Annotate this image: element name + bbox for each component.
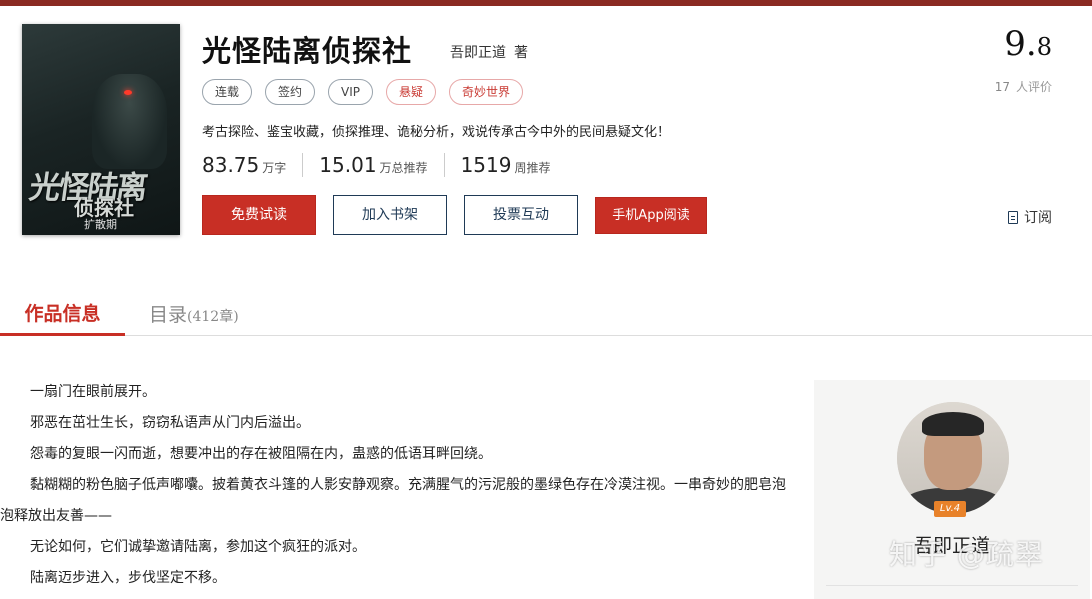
add-to-shelf-button[interactable]: 加入书架 <box>333 195 447 235</box>
score-decimal: 8 <box>1036 33 1052 61</box>
top-banner-strip <box>0 0 1092 6</box>
synopsis-paragraph: 无论如何，它们诚挚邀请陆离，参加这个疯狂的派对。 <box>30 539 366 555</box>
watermark: 知乎 @疏翠 <box>889 538 1044 571</box>
rating-count-label: 人评价 <box>1015 80 1052 94</box>
stat-word-count: 83.75 万字 <box>202 153 304 177</box>
rating-count-number: 17 <box>994 80 1010 94</box>
rating-score: 9.8 <box>1004 24 1052 64</box>
book-cover[interactable]: 光怪陆离 侦探社 扩散期 <box>22 24 180 235</box>
tag-list: 连载 签约 VIP 悬疑 奇妙世界 <box>202 79 524 105</box>
stat-number: 15.01 <box>319 153 377 177</box>
cover-figure <box>92 74 167 169</box>
stat-unit: 万字 <box>262 161 287 175</box>
synopsis-paragraph: 陆离迈步进入，步伐坚定不移。 <box>30 570 226 586</box>
stat-number: 1519 <box>460 153 512 177</box>
book-intro: 考古探险、鉴宝收藏，侦探推理、诡秘分析，戏说传承古今中外的民间悬疑文化！ <box>202 125 671 140</box>
book-stats: 83.75 万字 15.01 万总推荐 1519 周推荐 <box>202 153 582 177</box>
tab-bar: 作品信息 目录(412章) <box>0 292 1092 336</box>
stat-unit: 万总推荐 <box>379 161 428 175</box>
author-link[interactable]: 吾即正道 <box>450 45 506 61</box>
tab-toc-count: (412章) <box>187 309 239 325</box>
app-read-button[interactable]: 手机App阅读 <box>595 197 707 234</box>
book-author: 吾即正道著 <box>450 42 528 62</box>
free-read-button[interactable]: 免费试读 <box>202 195 316 235</box>
tag-serializing[interactable]: 连载 <box>202 79 253 105</box>
tag-genre-suspense[interactable]: 悬疑 <box>386 79 437 105</box>
divider <box>826 585 1078 586</box>
stat-weekly-recommend: 1519 周推荐 <box>461 153 567 177</box>
vote-interact-button[interactable]: 投票互动 <box>464 195 578 235</box>
synopsis-paragraph: 一扇门在眼前展开。 <box>30 384 156 400</box>
subscribe-button[interactable]: 订阅 <box>1008 207 1052 227</box>
synopsis-paragraph: 黏糊糊的粉色脑子低声嘟囔。披着黄衣斗篷的人影安静观察。充满腥气的污泥般的墨绿色存… <box>0 477 786 524</box>
tab-table-of-contents[interactable]: 目录(412章) <box>149 292 239 336</box>
author-level-badge: Lv.4 <box>934 501 966 517</box>
avatar-hair <box>922 412 984 436</box>
document-icon <box>1008 210 1018 224</box>
tag-signed[interactable]: 签约 <box>265 79 316 105</box>
book-synopsis: 一扇门在眼前展开。 邪恶在茁壮生长，窃窃私语声从门内后溢出。 怨毒的复眼一闪而逝… <box>0 377 790 594</box>
cover-eye <box>124 90 132 95</box>
synopsis-paragraph: 怨毒的复眼一闪而逝，想要冲出的存在被阻隔在内，蛊惑的低语耳畔回绕。 <box>30 446 492 462</box>
author-avatar[interactable] <box>897 402 1009 514</box>
tab-work-info[interactable]: 作品信息 <box>0 292 125 336</box>
subscribe-label: 订阅 <box>1024 210 1052 226</box>
cover-tag: 扩散期 <box>84 218 117 231</box>
book-title: 光怪陆离侦探社 <box>202 34 413 68</box>
stat-number: 83.75 <box>202 153 260 177</box>
tag-genre-wonder-world[interactable]: 奇妙世界 <box>449 79 524 105</box>
author-suffix: 著 <box>514 45 528 61</box>
tab-toc-label: 目录 <box>149 304 188 326</box>
stat-total-recommend: 15.01 万总推荐 <box>319 153 445 177</box>
stat-unit: 周推荐 <box>514 161 551 175</box>
tag-vip[interactable]: VIP <box>328 79 374 105</box>
rating-count[interactable]: 17 人评价 <box>995 78 1052 95</box>
score-integer: 9. <box>1004 24 1037 64</box>
synopsis-paragraph: 邪恶在茁壮生长，窃窃私语声从门内后溢出。 <box>30 415 310 431</box>
